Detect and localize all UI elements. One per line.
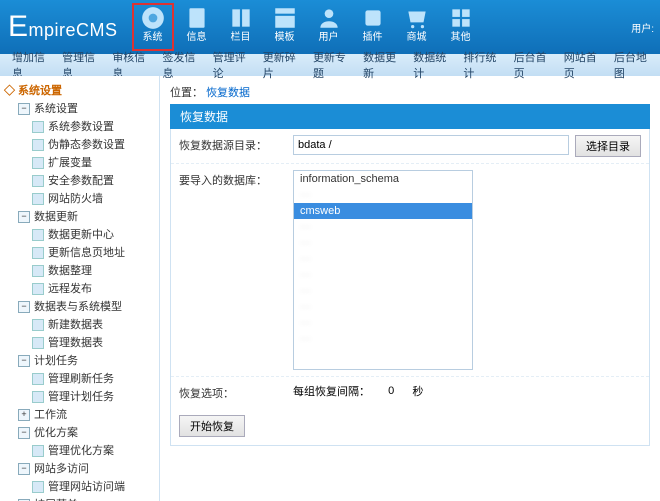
panel-body: 恢复数据源目录： 选择目录 要导入的数据库： information_schem…: [170, 129, 650, 446]
menubar: 增加信息管理信息审核信息签发信息管理评论更新碎片更新专题数据更新数据统计排行统计…: [0, 54, 660, 76]
toolbar-label: 其他: [440, 32, 482, 44]
submit-row: 开始恢复: [171, 407, 649, 445]
toolbar-label: 系统: [132, 32, 174, 44]
sidebar-item[interactable]: 管理计划任务: [32, 391, 114, 403]
db-option[interactable]: ···: [294, 283, 472, 299]
db-option[interactable]: cmsweb: [294, 203, 472, 219]
sidebar-item[interactable]: 远程发布: [32, 283, 92, 295]
toolbar-columns[interactable]: 栏目: [220, 3, 262, 51]
sidebar-item[interactable]: 网站防火墙: [32, 193, 103, 205]
db-option[interactable]: ···: [294, 187, 472, 203]
app-logo: EmpireCMS: [0, 10, 132, 44]
main: ◇ 系统设置系统设置系统参数设置伪静态参数设置扩展变量安全参数配置网站防火墙数据…: [0, 76, 660, 501]
content: 位置： 恢复数据 恢复数据 恢复数据源目录： 选择目录 要导入的数据库： inf…: [160, 76, 660, 501]
toolbar-cart[interactable]: 商城: [396, 3, 438, 51]
sidebar-item[interactable]: 数据更新中心: [32, 229, 114, 241]
breadcrumb-prefix: 位置：: [170, 87, 203, 99]
gear-icon: [132, 5, 174, 31]
breadcrumb: 位置： 恢复数据: [170, 84, 650, 100]
row-source: 恢复数据源目录： 选择目录: [171, 129, 649, 163]
db-option[interactable]: information_schema: [294, 171, 472, 187]
panel-title: 恢复数据: [170, 104, 650, 129]
columns-icon: [220, 5, 262, 31]
db-listbox[interactable]: information_schema···cmsweb·············…: [293, 170, 473, 370]
row-database: 要导入的数据库： information_schema···cmsweb····…: [171, 163, 649, 376]
template-icon: [264, 5, 306, 31]
sidebar-group[interactable]: 系统设置: [18, 103, 78, 115]
db-option[interactable]: ···: [294, 299, 472, 315]
toolbar-label: 用户: [308, 32, 350, 44]
sidebar: ◇ 系统设置系统设置系统参数设置伪静态参数设置扩展变量安全参数配置网站防火墙数据…: [0, 76, 160, 501]
row-options: 恢复选项： 每组恢复间隔： 0 秒: [171, 376, 649, 407]
sidebar-group[interactable]: 计划任务: [18, 355, 78, 367]
sidebar-group[interactable]: 工作流: [18, 409, 67, 421]
sidebar-item[interactable]: 新建数据表: [32, 319, 103, 331]
db-option[interactable]: ···: [294, 267, 472, 283]
toolbar-label: 商城: [396, 32, 438, 44]
plugin-icon: [352, 5, 394, 31]
opt-label: 恢复选项：: [179, 383, 293, 401]
grid-icon: [440, 5, 482, 31]
sidebar-item[interactable]: 管理刷新任务: [32, 373, 114, 385]
sidebar-item[interactable]: 管理数据表: [32, 337, 103, 349]
toolbar-label: 栏目: [220, 32, 262, 44]
sidebar-item[interactable]: 伪静态参数设置: [32, 139, 125, 151]
sidebar-group[interactable]: 数据更新: [18, 211, 78, 223]
breadcrumb-link[interactable]: 恢复数据: [206, 87, 250, 99]
sidebar-item[interactable]: 数据整理: [32, 265, 92, 277]
sidebar-group[interactable]: 优化方案: [18, 427, 78, 439]
toolbar-grid[interactable]: 其他: [440, 3, 482, 51]
start-restore-button[interactable]: 开始恢复: [179, 415, 245, 437]
toolbar-label: 插件: [352, 32, 394, 44]
opt-unit: 秒: [412, 383, 423, 399]
src-label: 恢复数据源目录：: [179, 135, 293, 153]
sidebar-item[interactable]: 管理网站访问端: [32, 481, 125, 493]
opt-text: 每组恢复间隔：: [293, 383, 370, 399]
sidebar-item[interactable]: 更新信息页地址: [32, 247, 125, 259]
db-option[interactable]: ···: [294, 331, 472, 347]
toolbar-template[interactable]: 模板: [264, 3, 306, 51]
db-option[interactable]: ···: [294, 235, 472, 251]
sidebar-root[interactable]: ◇ 系统设置: [4, 85, 62, 97]
toolbar-plugin[interactable]: 插件: [352, 3, 394, 51]
sidebar-item[interactable]: 扩展变量: [32, 157, 92, 169]
sidebar-item[interactable]: 系统参数设置: [32, 121, 114, 133]
user-label: 用户:: [631, 20, 660, 35]
choose-dir-button[interactable]: 选择目录: [575, 135, 641, 157]
topbar: EmpireCMS 系统信息栏目模板用户插件商城其他 用户:: [0, 0, 660, 54]
sidebar-group[interactable]: 网站多访问: [18, 463, 89, 475]
toolbar-label: 模板: [264, 32, 306, 44]
toolbar: 系统信息栏目模板用户插件商城其他: [132, 3, 482, 51]
cart-icon: [396, 5, 438, 31]
opt-value: 0: [388, 385, 394, 397]
db-option[interactable]: ···: [294, 251, 472, 267]
toolbar-label: 信息: [176, 32, 218, 44]
users-icon: [308, 5, 350, 31]
db-label: 要导入的数据库：: [179, 170, 293, 188]
sidebar-item[interactable]: 安全参数配置: [32, 175, 114, 187]
db-option[interactable]: ···: [294, 219, 472, 235]
toolbar-users[interactable]: 用户: [308, 3, 350, 51]
toolbar-doc[interactable]: 信息: [176, 3, 218, 51]
sidebar-group[interactable]: 数据表与系统模型: [18, 301, 122, 313]
toolbar-gear[interactable]: 系统: [132, 3, 174, 51]
doc-icon: [176, 5, 218, 31]
src-input[interactable]: [293, 135, 569, 155]
sidebar-item[interactable]: 管理优化方案: [32, 445, 114, 457]
db-option[interactable]: ···: [294, 315, 472, 331]
